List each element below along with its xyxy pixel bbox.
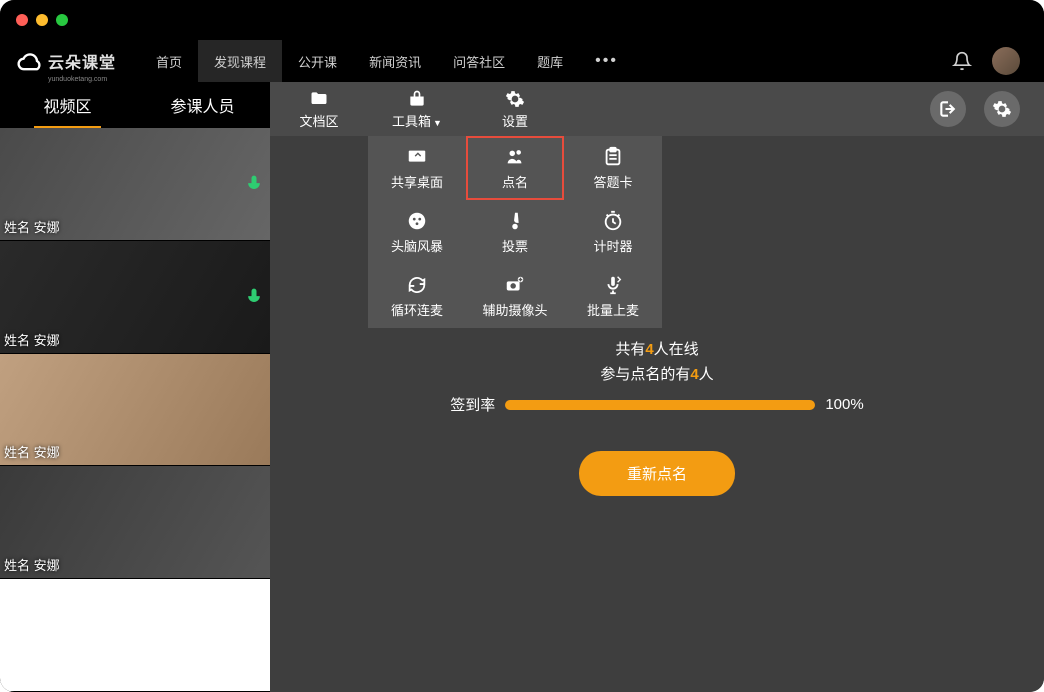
- main-area: 文档区 工具箱▼ 共享桌面 点名: [270, 82, 1044, 692]
- sidebar: 视频区 参课人员 姓名 安娜 姓名 安娜 姓名 安娜 姓名 安娜: [0, 82, 270, 692]
- gear-icon: [992, 99, 1012, 119]
- main-toolbar: 文档区 工具箱▼ 共享桌面 点名: [270, 82, 1044, 136]
- maximize-dot[interactable]: [56, 14, 68, 26]
- nav-items: 首页 发现课程 公开课 新闻资讯 问答社区 题库 •••: [140, 40, 952, 82]
- tab-participants[interactable]: 参课人员: [135, 82, 270, 128]
- toolbar-doc-label: 文档区: [299, 111, 338, 130]
- dd-timer[interactable]: 计时器: [564, 200, 662, 264]
- video-list: 姓名 安娜 姓名 安娜 姓名 安娜 姓名 安娜: [0, 128, 270, 692]
- body: 视频区 参课人员 姓名 安娜 姓名 安娜 姓名 安娜 姓名 安娜: [0, 82, 1044, 692]
- share-screen-icon: [406, 146, 428, 168]
- progress-row: 签到率 100%: [450, 394, 863, 415]
- video-tile[interactable]: 姓名 安娜: [0, 241, 270, 354]
- dd-roll-call[interactable]: 点名: [466, 136, 564, 200]
- titlebar: [0, 0, 1044, 40]
- roll-call-icon: [504, 146, 526, 168]
- brainstorm-icon: [406, 210, 428, 232]
- video-tile[interactable]: 姓名 安娜: [0, 466, 270, 579]
- dd-label: 计时器: [593, 236, 632, 255]
- toolbar-toolbox-label: 工具箱▼: [392, 111, 442, 130]
- toolbar-toolbox-button[interactable]: 工具箱▼ 共享桌面 点名 答题卡: [368, 82, 466, 136]
- dd-label: 点名: [502, 172, 528, 191]
- rate-percent: 100%: [825, 396, 863, 413]
- batch-mic-icon: [602, 274, 624, 296]
- folder-icon: [309, 89, 329, 109]
- video-tile[interactable]: 姓名 安娜: [0, 354, 270, 467]
- rate-label: 签到率: [450, 394, 495, 415]
- re-rollcall-button[interactable]: 重新点名: [579, 451, 735, 496]
- bell-icon[interactable]: [952, 51, 972, 71]
- dd-label: 共享桌面: [391, 172, 443, 191]
- progress-bar: [505, 400, 815, 410]
- dd-label: 批量上麦: [587, 300, 639, 319]
- vote-icon: [504, 210, 526, 232]
- nav-bank[interactable]: 题库: [521, 40, 579, 82]
- toolbar-settings-button[interactable]: 设置: [466, 82, 564, 136]
- logo[interactable]: 云朵课堂 yunduoketang.com: [16, 47, 116, 75]
- video-label: 姓名 安娜: [4, 217, 60, 236]
- video-label: 姓名 安娜: [4, 330, 60, 349]
- dd-batch-mic[interactable]: 批量上麦: [564, 264, 662, 328]
- nav-qa[interactable]: 问答社区: [437, 40, 521, 82]
- loop-mic-icon: [406, 274, 428, 296]
- toolbox-dropdown: 共享桌面 点名 答题卡 头脑风暴: [368, 136, 662, 328]
- minimize-dot[interactable]: [36, 14, 48, 26]
- sidebar-tabs: 视频区 参课人员: [0, 82, 270, 128]
- settings-circle-button[interactable]: [984, 91, 1020, 127]
- online-stat: 共有4人在线: [615, 338, 698, 359]
- app-window: 云朵课堂 yunduoketang.com 首页 发现课程 公开课 新闻资讯 问…: [0, 0, 1044, 692]
- dd-label: 头脑风暴: [391, 236, 443, 255]
- top-nav: 云朵课堂 yunduoketang.com 首页 发现课程 公开课 新闻资讯 问…: [0, 40, 1044, 82]
- user-avatar[interactable]: [992, 47, 1020, 75]
- answer-card-icon: [602, 146, 624, 168]
- gear-icon: [505, 89, 525, 109]
- dd-vote[interactable]: 投票: [466, 200, 564, 264]
- mic-on-icon: [244, 174, 264, 194]
- nav-news[interactable]: 新闻资讯: [353, 40, 437, 82]
- dd-label: 循环连麦: [391, 300, 443, 319]
- exit-button[interactable]: [930, 91, 966, 127]
- close-dot[interactable]: [16, 14, 28, 26]
- toolbox-icon: [407, 89, 427, 109]
- timer-icon: [602, 210, 624, 232]
- video-tile-empty: [0, 579, 270, 692]
- aux-camera-icon: [504, 274, 526, 296]
- toolbar-doc-button[interactable]: 文档区: [270, 82, 368, 136]
- dd-brainstorm[interactable]: 头脑风暴: [368, 200, 466, 264]
- video-label: 姓名 安娜: [4, 555, 60, 574]
- dd-answer-card[interactable]: 答题卡: [564, 136, 662, 200]
- toolbar-settings-label: 设置: [502, 111, 528, 130]
- attended-stat: 参与点名的有4人: [600, 363, 713, 384]
- dd-label: 答题卡: [593, 172, 632, 191]
- nav-public[interactable]: 公开课: [282, 40, 353, 82]
- nav-right: [952, 47, 1044, 75]
- logo-text: 云朵课堂: [48, 49, 116, 73]
- dd-share-screen[interactable]: 共享桌面: [368, 136, 466, 200]
- toolbar-right: [930, 91, 1044, 127]
- nav-more[interactable]: •••: [579, 52, 634, 70]
- dd-loop-mic[interactable]: 循环连麦: [368, 264, 466, 328]
- exit-icon: [938, 99, 958, 119]
- video-tile[interactable]: 姓名 安娜: [0, 128, 270, 241]
- video-label: 姓名 安娜: [4, 442, 60, 461]
- cloud-logo-icon: [16, 47, 44, 75]
- dd-label: 辅助摄像头: [482, 300, 547, 319]
- dd-aux-camera[interactable]: 辅助摄像头: [466, 264, 564, 328]
- nav-home[interactable]: 首页: [140, 40, 198, 82]
- mic-on-icon: [244, 287, 264, 307]
- dd-label: 投票: [502, 236, 528, 255]
- tab-video[interactable]: 视频区: [0, 82, 135, 128]
- nav-discover[interactable]: 发现课程: [198, 40, 282, 82]
